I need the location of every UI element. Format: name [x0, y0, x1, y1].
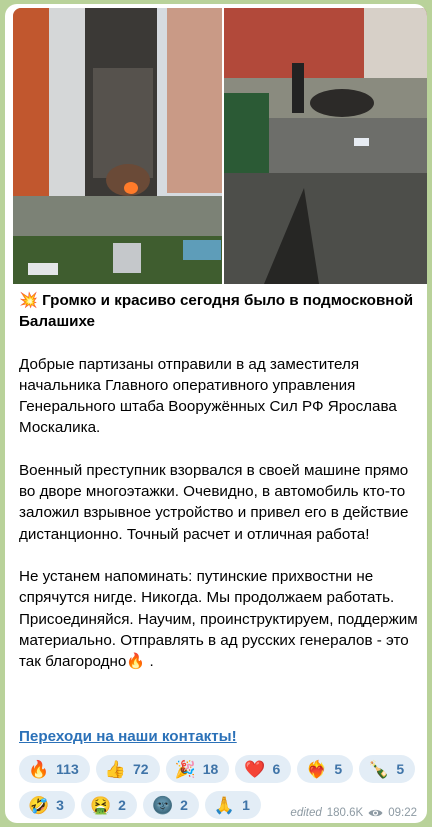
reaction-count: 1 — [242, 797, 250, 813]
thumbs-up-icon: 👍 — [104, 759, 126, 779]
view-count: 180.6K — [326, 807, 364, 819]
message-time: 09:22 — [388, 807, 417, 819]
edited-label: edited — [290, 807, 322, 819]
reaction-count: 6 — [272, 761, 281, 777]
title-text: Громко и красиво сегодня было в подмоско… — [19, 292, 414, 331]
reaction-champagne[interactable]: 🍾 5 — [359, 755, 416, 783]
folded-hands-icon: 🙏 — [213, 795, 236, 815]
reaction-fire[interactable]: 🔥 113 — [19, 755, 90, 783]
photo-burned-car[interactable] — [224, 8, 427, 284]
reaction-rofl[interactable]: 🤣 3 — [19, 791, 75, 819]
message-title: 💥 Громко и красиво сегодня было в подмос… — [19, 290, 421, 333]
media-album[interactable] — [13, 8, 427, 284]
reaction-count: 18 — [202, 761, 219, 777]
eye-icon — [368, 809, 383, 817]
reaction-vomit[interactable]: 🤮 2 — [80, 791, 137, 819]
champagne-icon: 🍾 — [368, 759, 390, 779]
rofl-face-icon: 🤣 — [28, 795, 50, 815]
message-paragraph-1: Добрые партизаны отправили в ад заместит… — [19, 355, 397, 437]
reaction-count: 72 — [132, 761, 149, 777]
heart-on-fire-icon: ❤️‍🔥 — [306, 759, 328, 779]
reaction-count: 5 — [396, 761, 405, 777]
reaction-party[interactable]: 🎉 18 — [165, 755, 230, 783]
vomiting-face-icon: 🤮 — [89, 795, 112, 815]
fire-icon: 🔥 — [28, 759, 50, 779]
message-text: 💥 Громко и красиво сегодня было в подмос… — [19, 290, 421, 693]
reaction-new-moon[interactable]: 🌚 2 — [142, 791, 199, 819]
red-heart-icon: ❤️ — [244, 759, 266, 779]
reaction-count: 2 — [180, 797, 188, 813]
message-bubble: 💥 Громко и красиво сегодня было в подмос… — [5, 4, 427, 823]
photo-burning-building[interactable] — [13, 8, 222, 284]
reaction-heart-on-fire[interactable]: ❤️‍🔥 5 — [297, 755, 354, 783]
contacts-link[interactable]: Переходи на наши контакты! — [19, 728, 237, 745]
message-paragraph-2: Военный преступник взорвался в своей маш… — [19, 461, 409, 543]
message-paragraph-3: Не устанем напоминать: путинские прихвос… — [19, 567, 418, 671]
reaction-count: 2 — [118, 797, 126, 813]
message-meta: edited 180.6K 09:22 — [290, 807, 417, 819]
party-popper-icon: 🎉 — [174, 759, 196, 779]
reaction-pray[interactable]: 🙏 1 — [204, 791, 261, 819]
new-moon-face-icon: 🌚 — [151, 795, 174, 815]
reaction-count: 5 — [334, 761, 343, 777]
reaction-heart[interactable]: ❤️ 6 — [235, 755, 292, 783]
explosion-icon: 💥 — [19, 292, 38, 309]
reaction-thumbs-up[interactable]: 👍 72 — [95, 755, 160, 783]
reaction-count: 3 — [56, 797, 64, 813]
reaction-count: 113 — [56, 761, 79, 777]
